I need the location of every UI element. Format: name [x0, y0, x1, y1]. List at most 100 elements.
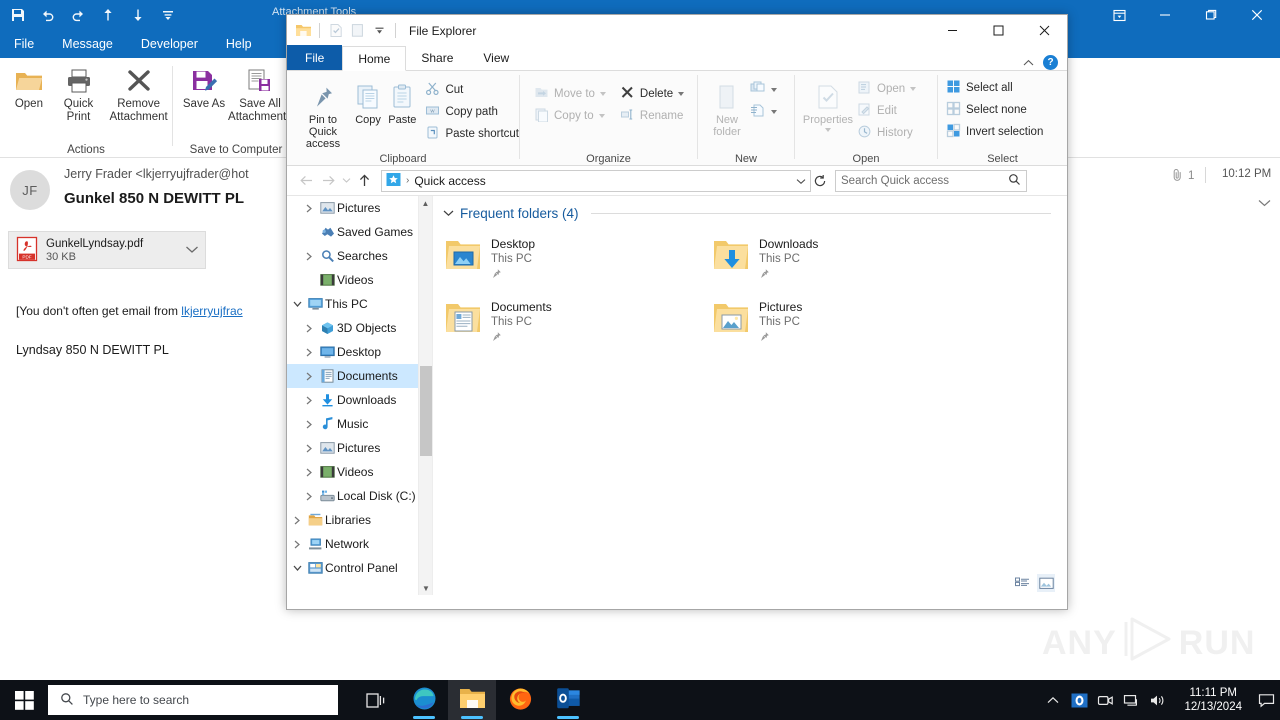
chevron-down-icon[interactable] — [289, 564, 305, 572]
remove-attachment-button[interactable]: Remove Attachment — [105, 64, 172, 124]
outlook-close-button[interactable] — [1234, 0, 1280, 30]
tree-item-3d-objects[interactable]: 3D Objects — [287, 316, 432, 340]
outlook-menu-help[interactable]: Help — [212, 30, 266, 58]
tree-item-downloads[interactable]: Downloads — [287, 388, 432, 412]
address-dropdown-icon[interactable] — [796, 174, 806, 188]
tree-item-saved-games[interactable]: Saved Games — [287, 220, 432, 244]
tree-item-network[interactable]: Network — [287, 532, 432, 556]
chevron-down-icon[interactable] — [825, 128, 831, 132]
breadcrumb-quick-access[interactable]: Quick access — [414, 174, 485, 188]
delete-button[interactable]: Delete — [620, 83, 685, 105]
copy-to-button[interactable]: Copy to — [534, 105, 606, 127]
outlook-menu-file[interactable]: File — [0, 30, 48, 58]
copy-button[interactable]: Copy — [351, 75, 385, 126]
chevron-right-icon[interactable] — [289, 516, 305, 525]
properties-icon[interactable] — [327, 22, 344, 39]
customize-qat-icon[interactable] — [371, 22, 388, 39]
tray-outlook-icon[interactable] — [1066, 680, 1092, 720]
frequent-folder-item[interactable]: Downloads This PC — [711, 235, 979, 282]
chevron-down-icon[interactable] — [289, 300, 305, 308]
chevron-right-icon[interactable] — [301, 204, 317, 213]
address-path-box[interactable]: › Quick access — [381, 169, 811, 192]
move-down-icon[interactable] — [130, 7, 146, 23]
ribbon-display-options-button[interactable] — [1096, 0, 1142, 30]
chevron-right-icon[interactable] — [301, 348, 317, 357]
save-as-button[interactable]: Save As — [180, 64, 228, 111]
taskbar-app-file-explorer[interactable] — [448, 680, 496, 720]
section-collapse-chevron-icon[interactable] — [443, 208, 454, 220]
forward-arrow-icon[interactable] — [317, 170, 339, 192]
tree-item-videos[interactable]: Videos — [287, 268, 432, 292]
chevron-down-icon[interactable] — [598, 114, 605, 118]
open-attachment-button[interactable]: Open — [6, 64, 52, 111]
sender-address-link[interactable]: lkjerryujfrac — [181, 304, 242, 318]
notification-icon[interactable] — [1252, 680, 1280, 720]
expand-header-chevron-icon[interactable] — [1258, 196, 1271, 210]
outlook-restore-button[interactable] — [1188, 0, 1234, 30]
new-folder-button[interactable]: New folder — [704, 75, 750, 138]
scroll-thumb[interactable] — [420, 366, 432, 456]
show-hidden-icons-button[interactable] — [1040, 680, 1066, 720]
paste-shortcut-button[interactable]: Paste shortcut — [425, 123, 519, 145]
details-view-button[interactable] — [1013, 574, 1031, 592]
tree-item-this-pc[interactable]: This PC — [287, 292, 432, 316]
taskbar-clock[interactable]: 11:11 PM 12/13/2024 — [1174, 680, 1252, 720]
move-to-button[interactable]: Move to — [534, 83, 606, 105]
tree-item-pictures[interactable]: Pictures — [287, 196, 432, 220]
taskbar-search-input[interactable]: Type here to search — [48, 685, 338, 715]
paste-button[interactable]: Paste — [385, 75, 419, 126]
new-folder-icon[interactable] — [349, 22, 366, 39]
undo-icon[interactable] — [40, 7, 56, 23]
chevron-right-icon[interactable] — [289, 540, 305, 549]
tree-item-videos[interactable]: Videos — [287, 460, 432, 484]
new-item-button[interactable] — [750, 79, 777, 101]
tab-file[interactable]: File — [287, 45, 343, 70]
explorer-minimize-button[interactable] — [929, 15, 975, 46]
explorer-titlebar[interactable]: File Explorer — [287, 15, 1067, 46]
chevron-down-icon[interactable] — [678, 92, 685, 96]
outlook-menu-message[interactable]: Message — [48, 30, 127, 58]
chevron-down-icon[interactable] — [771, 110, 777, 114]
outlook-menu-developer[interactable]: Developer — [127, 30, 212, 58]
copy-path-button[interactable]: W Copy path — [425, 101, 519, 123]
help-button[interactable]: ? — [1043, 55, 1058, 70]
chevron-right-icon[interactable] — [301, 444, 317, 453]
speaker-icon[interactable] — [1144, 680, 1170, 720]
customize-qat-icon[interactable] — [160, 7, 176, 23]
chevron-down-icon[interactable] — [771, 88, 777, 92]
tree-item-documents[interactable]: Documents — [287, 364, 432, 388]
network-icon[interactable] — [1118, 680, 1144, 720]
explorer-close-button[interactable] — [1021, 15, 1067, 46]
chevron-right-icon[interactable] — [301, 372, 317, 381]
scroll-up-arrow-icon[interactable]: ▲ — [419, 196, 432, 210]
file-explorer-icon[interactable] — [295, 22, 312, 39]
move-up-icon[interactable] — [100, 7, 116, 23]
select-all-button[interactable]: Select all — [946, 77, 1067, 99]
chevron-right-icon[interactable] — [301, 396, 317, 405]
large-icons-view-button[interactable] — [1037, 574, 1055, 592]
tab-view[interactable]: View — [468, 45, 524, 70]
tree-item-local-disk-c[interactable]: Local Disk (C:) — [287, 484, 432, 508]
outlook-minimize-button[interactable] — [1142, 0, 1188, 30]
open-button[interactable]: Open — [857, 78, 917, 100]
cut-button[interactable]: Cut — [425, 79, 519, 101]
chevron-right-icon[interactable] — [301, 324, 317, 333]
chevron-down-icon[interactable] — [910, 87, 917, 91]
frequent-folder-item[interactable]: Pictures This PC — [711, 298, 979, 345]
tree-item-desktop[interactable]: Desktop — [287, 340, 432, 364]
up-arrow-icon[interactable] — [353, 170, 375, 192]
chevron-right-icon[interactable] — [301, 420, 317, 429]
recent-locations-icon[interactable] — [339, 170, 353, 192]
redo-icon[interactable] — [70, 7, 86, 23]
attachment-chip[interactable]: PDF GunkelLyndsay.pdf 30 KB — [8, 231, 206, 269]
frequent-folder-item[interactable]: Documents This PC — [443, 298, 711, 345]
chevron-right-icon[interactable] — [301, 468, 317, 477]
pin-to-quick-access-button[interactable]: Pin to Quick access — [295, 75, 351, 150]
collapse-ribbon-icon[interactable] — [1023, 56, 1034, 70]
back-arrow-icon[interactable] — [295, 170, 317, 192]
taskbar-app-microsoft-edge[interactable] — [400, 680, 448, 720]
taskbar-app-microsoft-outlook[interactable] — [544, 680, 592, 720]
tree-item-control-panel[interactable]: Control Panel — [287, 556, 432, 580]
scroll-down-arrow-icon[interactable]: ▼ — [419, 581, 432, 595]
quick-print-button[interactable]: Quick Print — [52, 64, 105, 124]
